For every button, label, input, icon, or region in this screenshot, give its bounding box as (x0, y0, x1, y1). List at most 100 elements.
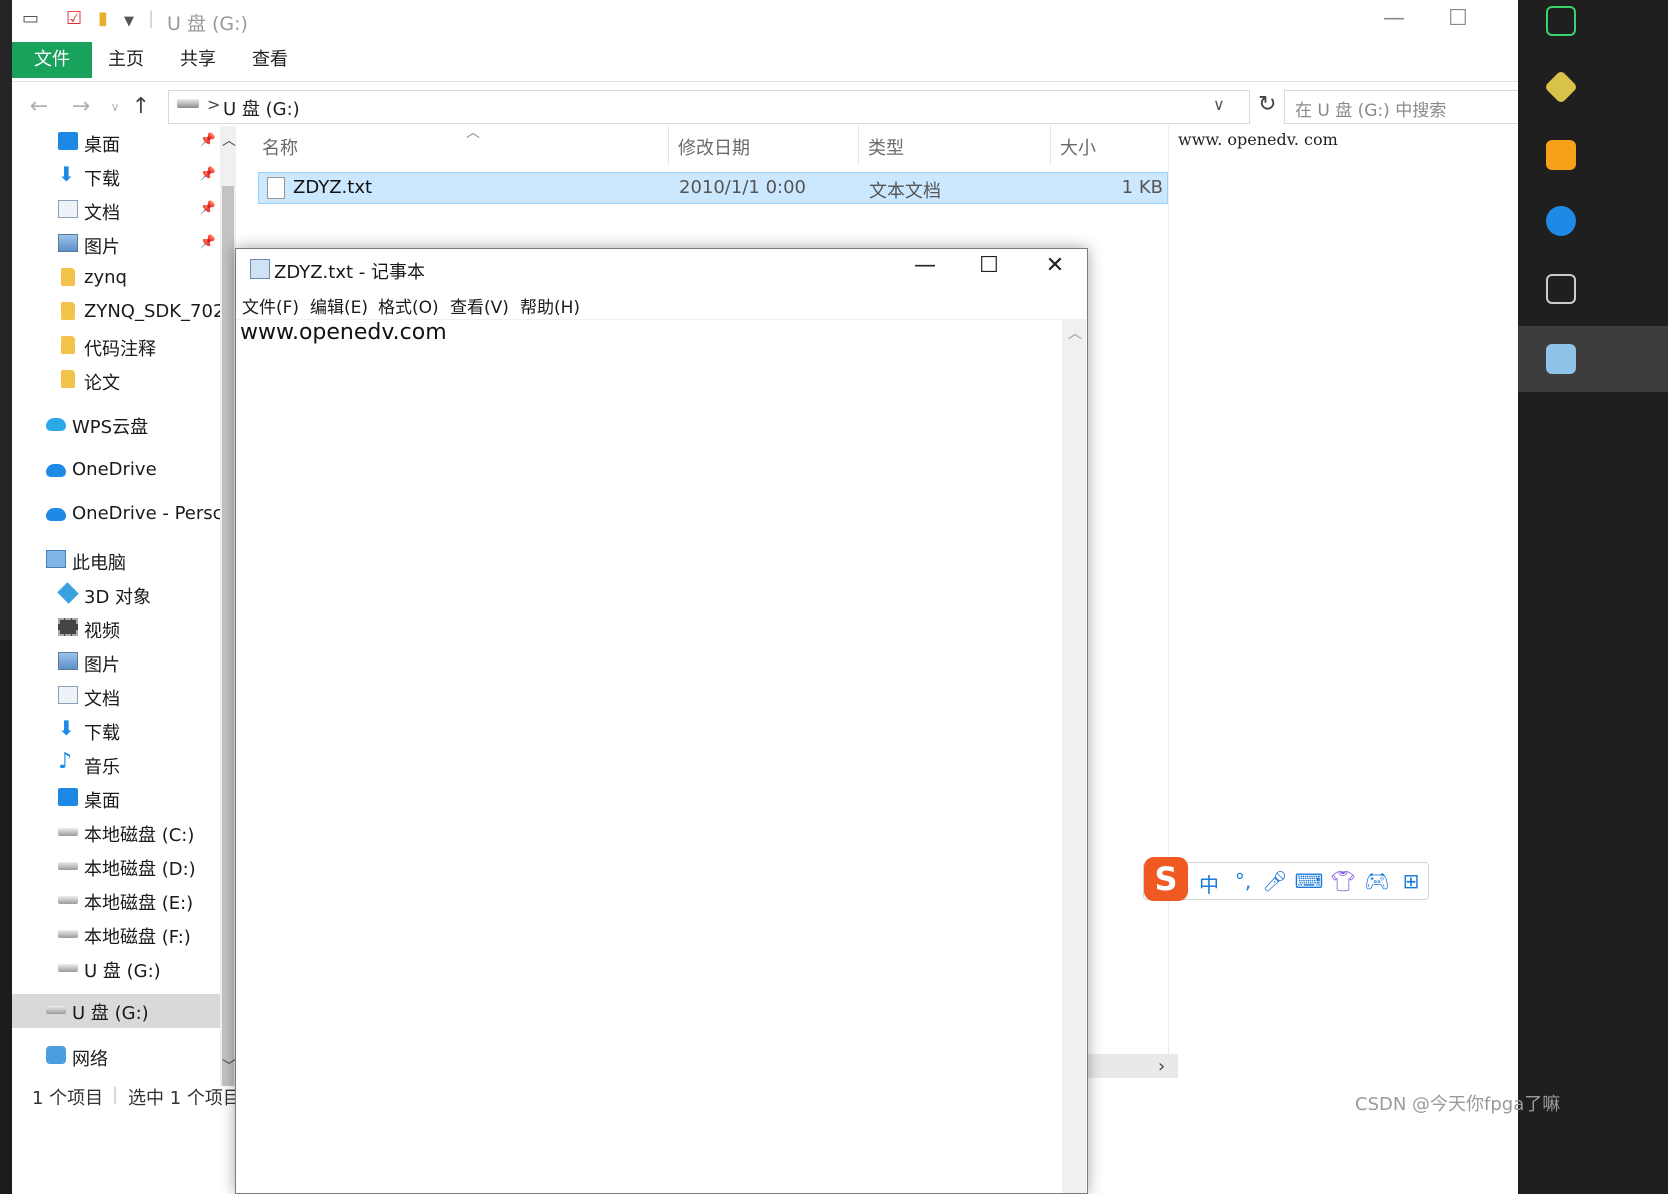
cmd-app-icon[interactable] (1546, 274, 1576, 304)
column-divider[interactable] (1050, 126, 1051, 164)
scroll-right-icon[interactable]: › (1158, 1056, 1165, 1077)
nav-label: U 盘 (G:) (72, 1003, 149, 1024)
nav-item-drive-c[interactable]: 本地磁盘 (C:) (12, 816, 222, 850)
nav-label: 下载 (84, 169, 120, 190)
xilinx-app-icon[interactable] (1544, 70, 1578, 104)
breadcrumb[interactable]: U 盘 (G:) (223, 95, 300, 121)
edge-browser-icon[interactable] (1546, 206, 1576, 236)
customize-quick-access-icon[interactable]: ▼ (124, 14, 134, 29)
nav-label: OneDrive - Persc (72, 503, 222, 524)
address-bar[interactable]: > U 盘 (G:) ∨ (168, 90, 1250, 124)
column-header-name[interactable]: 名称 (262, 134, 298, 160)
column-header-size[interactable]: 大小 (1060, 134, 1096, 160)
nav-item-code-comments[interactable]: 代码注释 (12, 330, 222, 364)
forward-arrow-icon[interactable]: → (66, 94, 96, 119)
toolbox-icon[interactable]: ⊞ (1396, 869, 1426, 893)
nav-item-downloads[interactable]: ⬇ 下载 📌 (12, 160, 222, 194)
sogou-logo-icon[interactable]: S (1144, 857, 1188, 901)
nav-item-documents[interactable]: 文档 📌 (12, 194, 222, 228)
ime-mode-toggle[interactable]: 中 (1194, 869, 1224, 898)
nav-scrollbar-thumb[interactable] (222, 186, 234, 1086)
nav-item-pictures-pc[interactable]: 图片 (12, 646, 222, 680)
nav-item-onedrive-personal[interactable]: OneDrive - Persc (12, 498, 222, 532)
nav-item-wps-cloud[interactable]: WPS云盘 (12, 408, 222, 442)
menu-help[interactable]: 帮助(H) (520, 293, 580, 318)
tab-file[interactable]: 文件 (12, 42, 92, 78)
taskbar-active-item[interactable] (1518, 326, 1668, 392)
terminal-app-icon[interactable] (1546, 6, 1576, 36)
notepad-menubar: 文件(F) 编辑(E) 格式(O) 查看(V) 帮助(H) (236, 291, 1087, 319)
game-icon[interactable]: 🎮︎ (1362, 869, 1392, 893)
maximize-button[interactable]: ☐ (966, 253, 1012, 278)
menu-format[interactable]: 格式(O) (378, 293, 439, 318)
skin-icon[interactable]: 👕︎ (1328, 869, 1358, 893)
tab-view[interactable]: 查看 (244, 42, 296, 78)
table-row[interactable]: ZDYZ.txt 2010/1/1 0:00 文本文档 1 KB (258, 172, 1168, 204)
notepad-text-area[interactable]: www.openedv.com (236, 319, 1062, 1193)
nav-label: 文档 (84, 203, 120, 224)
tab-share[interactable]: 共享 (172, 42, 224, 78)
column-divider[interactable] (668, 126, 669, 164)
nav-item-papers[interactable]: 论文 (12, 364, 222, 398)
nav-item-desktop[interactable]: 桌面 📌 (12, 126, 222, 160)
text-file-icon (267, 177, 285, 199)
nav-label: ZYNQ_SDK_702 (84, 301, 222, 322)
scroll-down-icon[interactable]: ﹀ (222, 1056, 236, 1076)
notepad-content[interactable]: www.openedv.com (240, 320, 447, 345)
properties-icon[interactable]: ☑ (66, 8, 82, 29)
nav-item-downloads-pc[interactable]: ⬇ 下载 (12, 714, 222, 748)
microphone-icon[interactable]: 🎤︎ (1260, 869, 1290, 893)
nav-item-pictures[interactable]: 图片 📌 (12, 228, 222, 262)
close-button[interactable]: ✕ (1032, 253, 1078, 278)
up-arrow-icon[interactable]: ↑ (126, 94, 156, 119)
nav-item-zynq-sdk[interactable]: ZYNQ_SDK_702 (12, 296, 222, 330)
minimize-button[interactable]: — (1374, 6, 1414, 31)
column-divider[interactable] (858, 126, 859, 164)
drive-icon (58, 862, 78, 870)
pin-icon: 📌 (199, 167, 216, 182)
nav-label: 本地磁盘 (E:) (84, 893, 194, 914)
nav-item-drive-e[interactable]: 本地磁盘 (E:) (12, 884, 222, 918)
nav-label: 网络 (72, 1049, 108, 1070)
nav-item-3d-objects[interactable]: 3D 对象 (12, 578, 222, 612)
item-count: 1 个项目 (32, 1088, 104, 1109)
ime-punctuation-toggle[interactable]: °, (1228, 869, 1258, 893)
pin-icon: 📌 (199, 201, 216, 216)
refresh-icon[interactable]: ↻ (1258, 92, 1276, 117)
nav-item-zynq[interactable]: zynq (12, 262, 222, 296)
nav-item-videos[interactable]: 视频 (12, 612, 222, 646)
nav-item-network[interactable]: 网络 (12, 1040, 222, 1074)
menu-file[interactable]: 文件(F) (242, 293, 299, 318)
keyboard-icon[interactable]: ⌨ (1294, 869, 1324, 893)
nav-item-this-pc[interactable]: 此电脑 (12, 544, 222, 578)
nav-label: U 盘 (G:) (84, 961, 161, 982)
tab-home[interactable]: 主页 (100, 42, 152, 78)
menu-view[interactable]: 查看(V) (450, 293, 509, 318)
nav-item-drive-g[interactable]: U 盘 (G:) (12, 952, 222, 986)
back-arrow-icon[interactable]: ← (24, 94, 54, 119)
scroll-up-icon[interactable]: ︿ (1068, 323, 1082, 343)
scroll-up-icon[interactable]: ︿ (222, 130, 236, 150)
sublime-app-icon[interactable] (1546, 140, 1576, 170)
column-header-modified[interactable]: 修改日期 (678, 134, 750, 160)
nav-item-desktop-pc[interactable]: 桌面 (12, 782, 222, 816)
menu-edit[interactable]: 编辑(E) (310, 293, 368, 318)
window-title: U 盘 (G:) (167, 13, 248, 35)
nav-label: 下载 (84, 723, 120, 744)
nav-label: 桌面 (84, 791, 120, 812)
nav-item-music[interactable]: ♪ 音乐 (12, 748, 222, 782)
minimize-button[interactable]: — (902, 253, 948, 278)
ime-toolbar: S 中 °, 🎤︎ ⌨ 👕︎ 🎮︎ ⊞ (1143, 857, 1429, 901)
nav-item-drive-f[interactable]: 本地磁盘 (F:) (12, 918, 222, 952)
maximize-button[interactable]: ☐ (1438, 6, 1478, 31)
notepad-scrollbar[interactable] (1062, 319, 1086, 1193)
nav-item-usb-g[interactable]: U 盘 (G:) (12, 994, 222, 1028)
nav-item-drive-d[interactable]: 本地磁盘 (D:) (12, 850, 222, 884)
new-folder-icon[interactable]: ▮ (98, 8, 108, 29)
nav-item-onedrive[interactable]: OneDrive (12, 454, 222, 488)
nav-label: 此电脑 (72, 553, 126, 574)
chevron-down-icon[interactable]: ∨ (1213, 95, 1225, 114)
folder-icon (61, 302, 75, 320)
nav-item-documents-pc[interactable]: 文档 (12, 680, 222, 714)
column-header-type[interactable]: 类型 (868, 134, 904, 160)
